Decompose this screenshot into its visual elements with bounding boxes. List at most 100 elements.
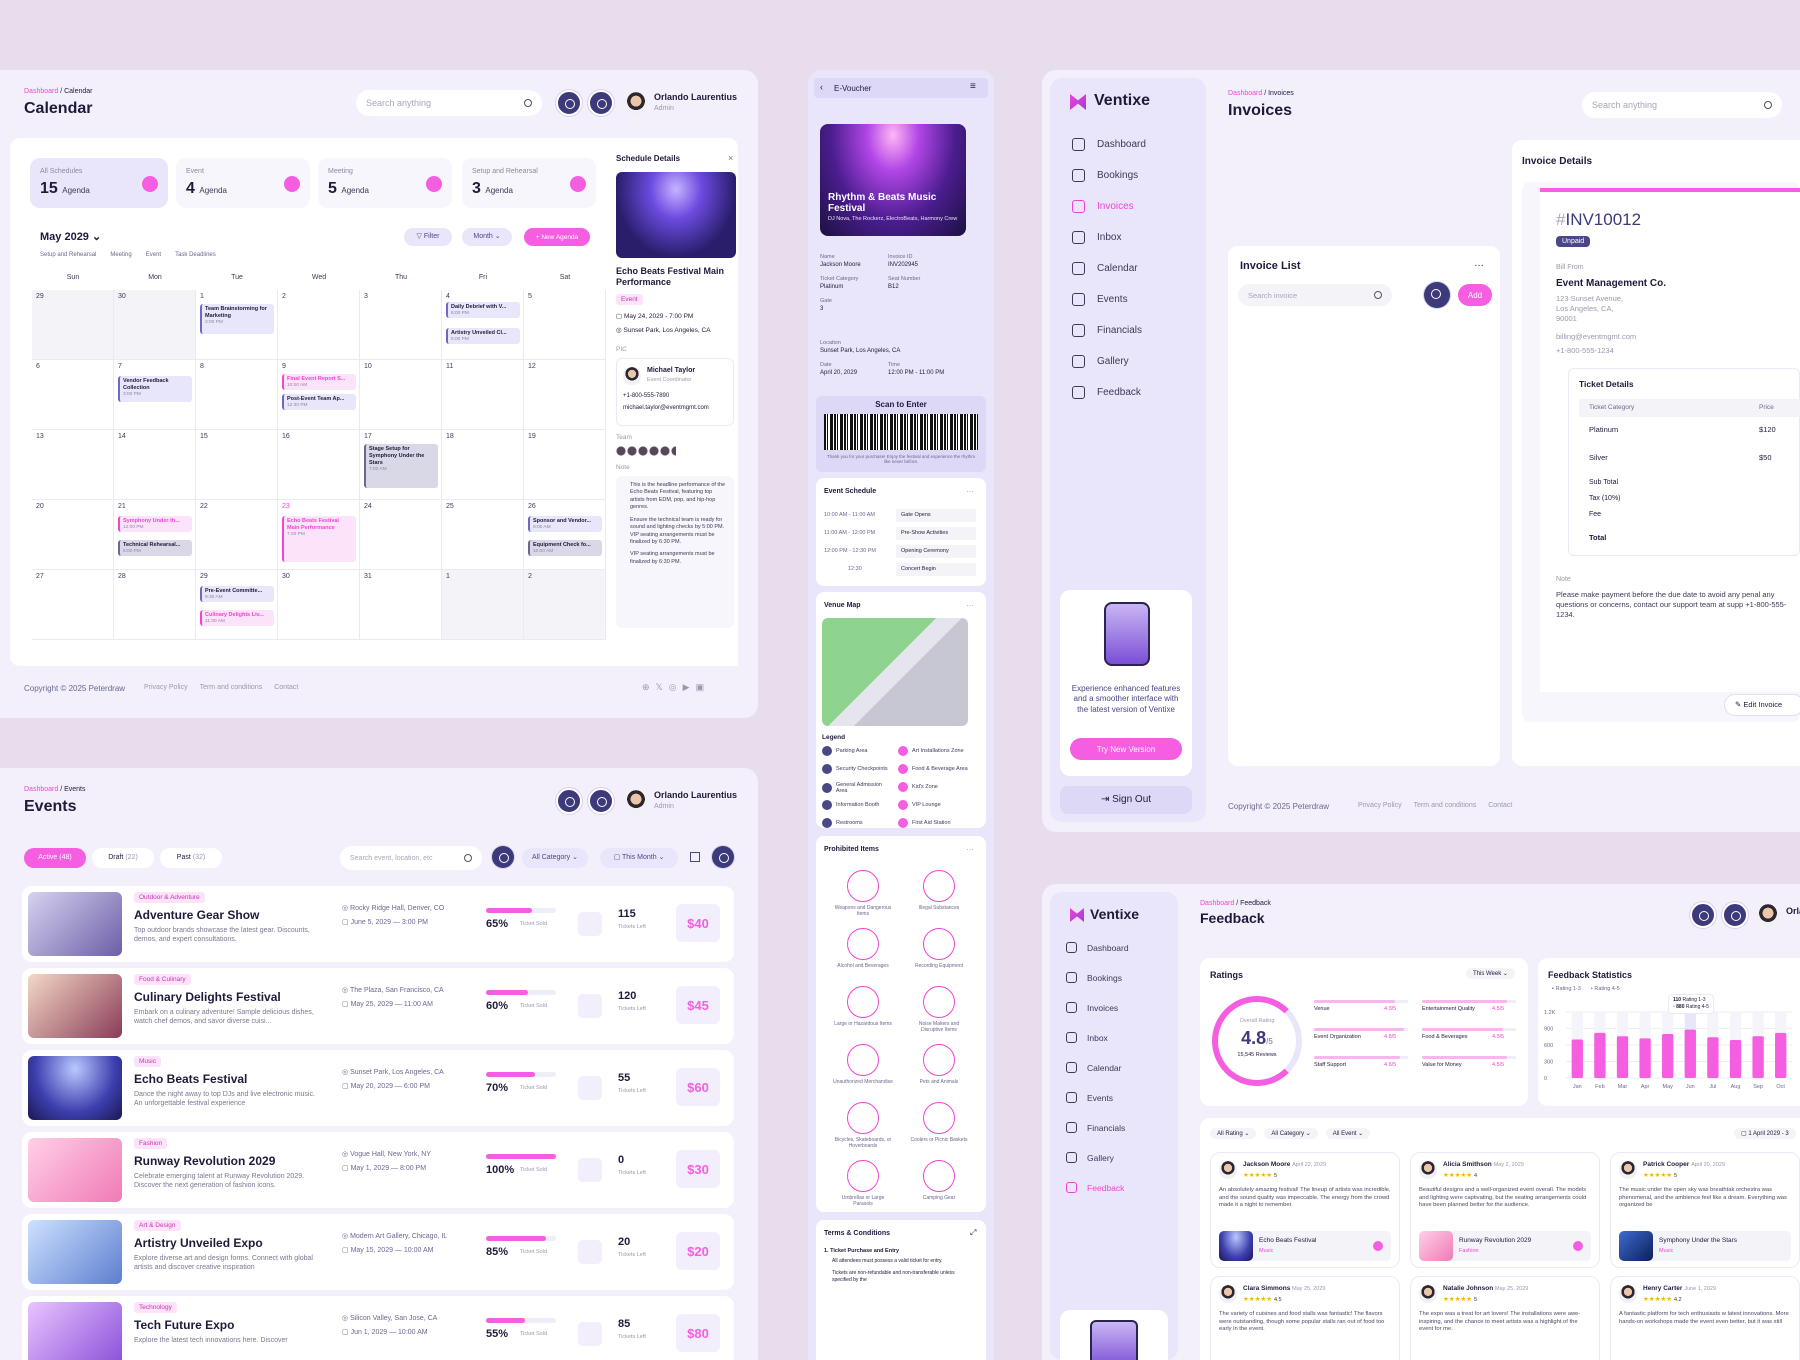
bar-rating-4-5[interactable]: [1639, 1038, 1651, 1078]
sidebar-item-events[interactable]: Events: [1072, 293, 1128, 306]
calendar-day[interactable]: 10: [360, 360, 442, 430]
breadcrumb-link[interactable]: Dashboard: [1228, 90, 1262, 97]
event-row[interactable]: Outdoor & Adventure Adventure Gear Show To…: [22, 886, 734, 962]
calendar-event[interactable]: Symphony Under th... 12:00 PM: [118, 516, 192, 532]
calendar-event[interactable]: Equipment Check fo... 10:00 AM: [528, 540, 602, 556]
privacy-link[interactable]: Privacy Policy: [1358, 802, 1402, 809]
calendar-event[interactable]: Stage Setup for Symphony Under the Stars…: [364, 444, 438, 488]
sidebar-item-inbox[interactable]: Inbox: [1066, 1032, 1108, 1043]
sidebar-item-feedback[interactable]: Feedback: [1072, 386, 1141, 399]
calendar-day[interactable]: 2: [278, 290, 360, 360]
review-event[interactable]: Runway Revolution 2029 Fashion: [1419, 1231, 1591, 1261]
settings-button[interactable]: [1722, 902, 1748, 928]
stat-setup[interactable]: Setup and Rehearsal 3 Agenda: [462, 158, 596, 208]
settings-button[interactable]: [588, 788, 614, 814]
more-icon[interactable]: …: [966, 843, 974, 852]
calendar-day[interactable]: 19: [524, 430, 606, 500]
calendar-day[interactable]: 31: [360, 570, 442, 640]
review-card[interactable]: Jackson Moore April 22, 2029 ★★★★★ 5 An ab…: [1210, 1152, 1400, 1268]
sidebar-item-dashboard[interactable]: Dashboard: [1072, 138, 1146, 151]
map-image[interactable]: [822, 618, 968, 726]
more-icon[interactable]: …: [966, 485, 974, 494]
arrow-right-icon[interactable]: [1573, 1241, 1583, 1251]
period-select[interactable]: This Week ⌄: [1466, 968, 1515, 979]
calendar-day[interactable]: 28: [114, 570, 196, 640]
more-icon[interactable]: …: [966, 599, 974, 608]
category-filter[interactable]: All Category ⌄: [1264, 1128, 1318, 1139]
settings-button[interactable]: [588, 90, 614, 116]
view-select[interactable]: Month ⌄: [462, 228, 512, 246]
notification-button[interactable]: [1690, 902, 1716, 928]
breadcrumb-link[interactable]: Dashboard: [24, 88, 58, 95]
category-select[interactable]: All Category ⌄: [522, 848, 588, 868]
sidebar-item-calendar[interactable]: Calendar: [1066, 1062, 1122, 1073]
new-agenda-button[interactable]: + New Agenda: [524, 228, 590, 246]
sidebar-item-bookings[interactable]: Bookings: [1066, 972, 1122, 983]
calendar-event[interactable]: Final Event Report S... 10:00 AM: [282, 374, 356, 390]
calendar-event[interactable]: Technical Rehearsal... 5:00 PM: [118, 540, 192, 556]
search-input[interactable]: Search anything: [356, 90, 542, 116]
calendar-day[interactable]: 29: [196, 570, 278, 640]
sidebar-item-dashboard[interactable]: Dashboard: [1066, 942, 1129, 953]
rating-filter[interactable]: All Rating ⌄: [1210, 1128, 1257, 1139]
avatar[interactable]: [624, 92, 648, 116]
calendar-day[interactable]: 14: [114, 430, 196, 500]
bar-rating-4-5[interactable]: [1616, 1036, 1629, 1078]
filter-button[interactable]: [492, 846, 514, 868]
calendar-day[interactable]: 2: [524, 570, 606, 640]
list-view-button[interactable]: [712, 846, 734, 868]
review-card[interactable]: Alicia Smithson May 2, 2029 ★★★★★ 4 Beauti…: [1410, 1152, 1600, 1268]
calendar-day[interactable]: 30: [278, 570, 360, 640]
terms-link[interactable]: Term and conditions: [200, 684, 263, 691]
bar-rating-4-5[interactable]: [1662, 1034, 1674, 1078]
avatar[interactable]: [1756, 904, 1780, 928]
sidebar-item-invoices[interactable]: Invoices: [1066, 1002, 1118, 1013]
bar-rating-4-5[interactable]: [1594, 1032, 1606, 1078]
event-row[interactable]: Music Echo Beats Festival Dance the night …: [22, 1050, 734, 1126]
period-select[interactable]: ▢ This Month ⌄: [600, 848, 678, 868]
close-icon[interactable]: ×: [728, 153, 733, 163]
bar-rating-4-5[interactable]: [1571, 1039, 1583, 1079]
calendar-day[interactable]: 8: [196, 360, 278, 430]
stat-meeting[interactable]: Meeting 5 Agenda: [318, 158, 452, 208]
calendar-day[interactable]: 18: [442, 430, 524, 500]
event-row[interactable]: Technology Tech Future Expo Explore the la…: [22, 1296, 734, 1360]
contact-link[interactable]: Contact: [1488, 802, 1512, 809]
review-card[interactable]: Clara Simmons May 25, 2029 ★★★★★ 4.5 The v…: [1210, 1276, 1400, 1360]
calendar-day[interactable]: 3: [360, 290, 442, 360]
breadcrumb-link[interactable]: Dashboard: [1200, 900, 1234, 907]
calendar-day[interactable]: 30: [114, 290, 196, 360]
try-new-version-button[interactable]: Try New Version: [1070, 738, 1182, 760]
calendar-event[interactable]: Team Brainstorming for Marketing 3:00 PM: [200, 304, 274, 334]
review-card[interactable]: Henry Carter June 1, 2029 ★★★★★ 4.2 A fant…: [1610, 1276, 1800, 1360]
sidebar-item-inbox[interactable]: Inbox: [1072, 231, 1121, 244]
sidebar-item-calendar[interactable]: Calendar: [1072, 262, 1138, 275]
event-filter[interactable]: All Event ⌄: [1325, 1128, 1371, 1139]
calendar-day[interactable]: 1: [442, 570, 524, 640]
expand-icon[interactable]: ⤢: [970, 1228, 976, 1238]
edit-invoice-button[interactable]: ✎ Edit Invoice: [1724, 694, 1800, 716]
privacy-link[interactable]: Privacy Policy: [144, 684, 188, 691]
sidebar-item-invoices[interactable]: Invoices: [1072, 200, 1134, 213]
sidebar-item-bookings[interactable]: Bookings: [1072, 169, 1138, 182]
grid-view-icon[interactable]: [690, 852, 700, 862]
bar-rating-4-5[interactable]: [1707, 1037, 1719, 1078]
menu-icon[interactable]: ≡: [970, 81, 976, 92]
sidebar-item-financials[interactable]: Financials: [1072, 324, 1142, 337]
stat-event[interactable]: Event 4 Agenda: [176, 158, 310, 208]
bar-rating-4-5[interactable]: [1684, 1029, 1696, 1078]
sign-out-button[interactable]: ⇥ Sign Out: [1060, 786, 1192, 814]
social-icons[interactable]: ⊕𝕏◎▶▣: [642, 682, 710, 693]
calendar-event[interactable]: Echo Beats Festival Main Performance 7:20…: [282, 516, 356, 562]
calendar-day[interactable]: 11: [442, 360, 524, 430]
arrow-right-icon[interactable]: [1373, 1241, 1383, 1251]
event-row[interactable]: Art & Design Artistry Unveiled Expo Explor…: [22, 1214, 734, 1290]
calendar-day[interactable]: 29: [32, 290, 114, 360]
tab-active[interactable]: Active (48): [24, 848, 86, 868]
review-card[interactable]: Natalie Johnson May 25, 2029 ★★★★★ 5 The e…: [1410, 1276, 1600, 1360]
add-invoice-button[interactable]: Add: [1458, 284, 1492, 306]
calendar-event[interactable]: Vendor Feedback Collection 3:00 PM: [118, 376, 192, 402]
review-event[interactable]: Symphony Under the Stars Music: [1619, 1231, 1791, 1261]
filter-button[interactable]: [1424, 282, 1450, 308]
calendar-day[interactable]: 13: [32, 430, 114, 500]
